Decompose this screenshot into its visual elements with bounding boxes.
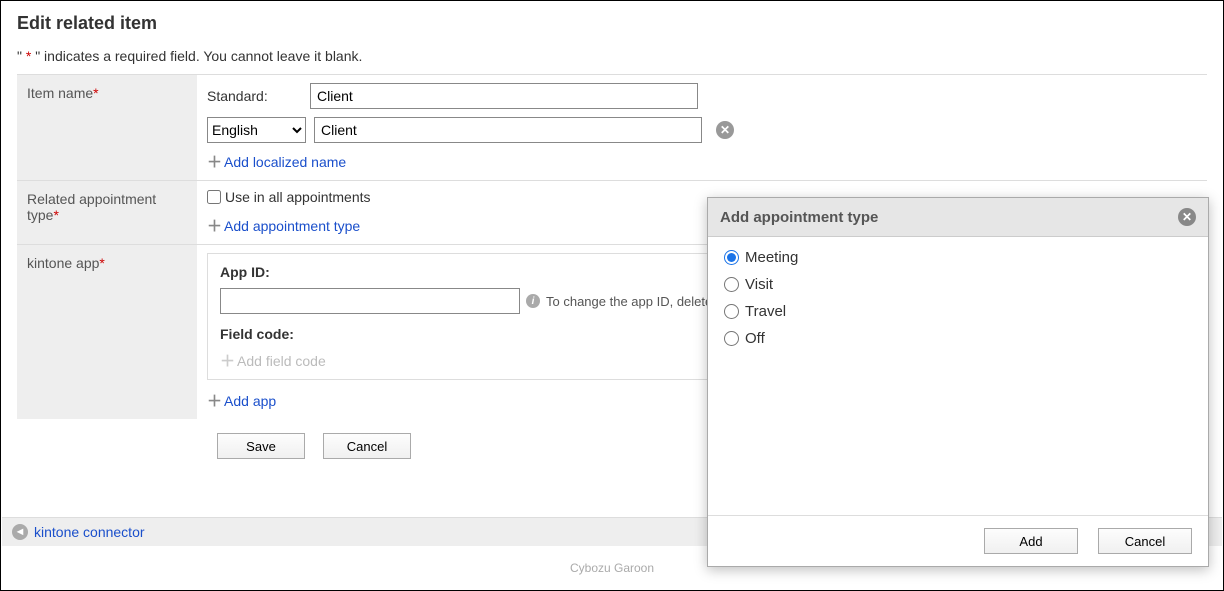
modal-body: Meeting Visit Travel Off — [708, 237, 1208, 515]
add-appointment-type-link[interactable]: ＋ Add appointment type — [207, 215, 360, 236]
add-localized-name-link[interactable]: ＋ Add localized name — [207, 151, 346, 172]
add-localized-name-label: Add localized name — [224, 154, 346, 170]
save-button[interactable]: Save — [217, 433, 305, 459]
radio-travel[interactable] — [724, 304, 739, 319]
plus-icon: ＋ — [207, 390, 222, 411]
radio-visit[interactable] — [724, 277, 739, 292]
asterisk: * — [99, 255, 104, 271]
language-select[interactable]: English — [207, 117, 306, 143]
hint-pre: " — [17, 48, 26, 64]
add-field-code-link: ＋ Add field code — [220, 350, 326, 371]
radio-meeting[interactable] — [724, 250, 739, 265]
standard-label: Standard: — [207, 88, 302, 104]
kintone-app-label: kintone app — [27, 255, 99, 271]
add-appointment-type-modal: Add appointment type ✕ Meeting Visit Tra… — [707, 197, 1209, 567]
related-appt-label-cell: Related appointment type* — [17, 181, 197, 244]
radio-off-label: Off — [745, 330, 765, 347]
item-name-label: Item name — [27, 85, 93, 101]
add-appt-type-label: Add appointment type — [224, 218, 360, 234]
asterisk: * — [93, 85, 98, 101]
info-icon[interactable]: i — [526, 294, 540, 308]
plus-icon: ＋ — [220, 350, 235, 371]
standard-name-input[interactable] — [310, 83, 698, 109]
remove-localized-icon[interactable]: ✕ — [716, 121, 734, 139]
add-app-label: Add app — [224, 393, 276, 409]
plus-icon: ＋ — [207, 215, 222, 236]
app-id-hint: To change the app ID, delete — [546, 294, 712, 309]
close-icon[interactable]: ✕ — [1178, 208, 1196, 226]
item-name-label-cell: Item name* — [17, 75, 197, 180]
back-icon[interactable]: ◄ — [12, 524, 28, 540]
localized-name-input[interactable] — [314, 117, 702, 143]
radio-meeting-label: Meeting — [745, 249, 798, 266]
use-in-all-label: Use in all appointments — [225, 189, 371, 205]
cancel-button[interactable]: Cancel — [323, 433, 411, 459]
add-field-code-label: Add field code — [237, 353, 326, 369]
plus-icon: ＋ — [207, 151, 222, 172]
modal-title: Add appointment type — [720, 209, 878, 226]
page-title: Edit related item — [17, 13, 1207, 34]
hint-post: " indicates a required field. You cannot… — [31, 48, 362, 64]
modal-add-button[interactable]: Add — [984, 528, 1078, 554]
app-id-input[interactable] — [220, 288, 520, 314]
radio-travel-label: Travel — [745, 303, 786, 320]
use-in-all-checkbox[interactable] — [207, 190, 221, 204]
kintone-app-label-cell: kintone app* — [17, 245, 197, 419]
radio-visit-label: Visit — [745, 276, 773, 293]
add-app-link[interactable]: ＋ Add app — [207, 390, 276, 411]
related-appt-label: Related appointment type — [27, 191, 156, 223]
asterisk: * — [53, 207, 58, 223]
required-hint: " * " indicates a required field. You ca… — [17, 48, 1207, 64]
radio-off[interactable] — [724, 331, 739, 346]
modal-cancel-button[interactable]: Cancel — [1098, 528, 1192, 554]
footer-brand: Cybozu Garoon — [570, 561, 654, 575]
breadcrumb-link[interactable]: kintone connector — [34, 524, 145, 540]
